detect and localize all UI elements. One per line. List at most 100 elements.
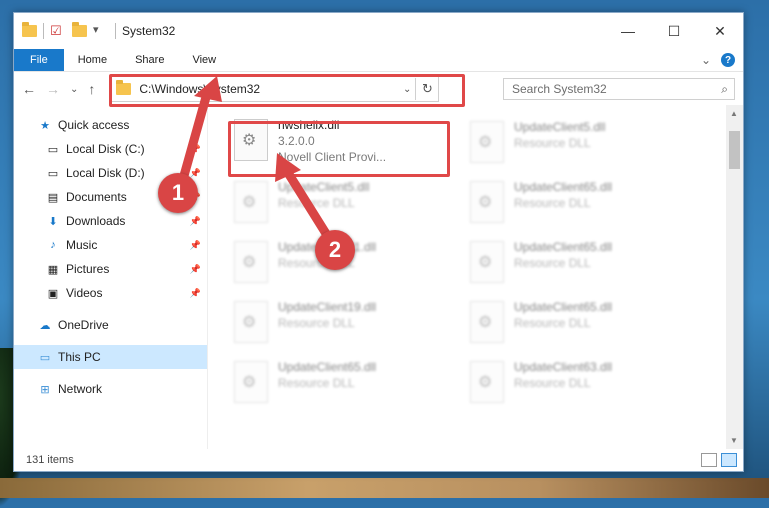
sidebar-item-music[interactable]: ♪ Music 📌 — [14, 233, 207, 257]
pin-icon: 📌 — [189, 263, 201, 274]
dll-file-icon — [234, 301, 268, 343]
file-type: Resource DLL — [278, 376, 355, 390]
file-item[interactable]: UpdateClient65.dll Resource DLL — [234, 359, 454, 407]
file-type: Resource DLL — [278, 316, 355, 330]
details-view-button[interactable] — [701, 453, 717, 467]
maximize-button[interactable]: ☐ — [651, 16, 697, 46]
address-bar[interactable]: C:\Windows\System32 ⌄ ↻ — [109, 74, 466, 107]
videos-icon: ▣ — [47, 287, 59, 300]
sidebar-item-label: Music — [66, 238, 98, 252]
up-button[interactable]: ↑ — [88, 81, 95, 97]
forward-button[interactable]: → — [46, 81, 60, 97]
help-icon[interactable]: ? — [721, 53, 735, 67]
navigation-bar: ← → ⌄ ↑ C:\Windows\System32 ⌄ ↻ ⌕ — [14, 72, 743, 107]
new-folder-icon[interactable] — [72, 22, 87, 37]
pin-icon: 📌 — [189, 167, 201, 178]
tiles-view-button[interactable] — [721, 453, 737, 467]
sidebar-item-onedrive[interactable]: ☁ OneDrive — [14, 313, 207, 337]
folder-icon — [22, 22, 37, 37]
drive-icon: ▭ — [47, 143, 59, 156]
file-item[interactable]: UpdateClient5.dll Resource DLL — [234, 179, 454, 227]
file-name: UpdateClient65.dll — [278, 360, 377, 374]
sidebar-item-label: Network — [58, 382, 103, 396]
file-item[interactable]: UpdateClient65.dll Resource DLL — [470, 239, 690, 287]
dll-file-icon — [470, 301, 504, 343]
scroll-up-arrow[interactable]: ▲ — [730, 109, 738, 118]
file-type: Resource DLL — [514, 376, 591, 390]
sidebar-item-pictures[interactable]: ▦ Pictures 📌 — [14, 257, 207, 281]
sidebar-item-label: Quick access — [58, 118, 130, 132]
star-icon: ★ — [40, 119, 50, 132]
file-item[interactable]: UpdateClient65.dll Resource DLL — [470, 179, 690, 227]
sidebar-item-this-pc[interactable]: ▭ This PC — [14, 345, 207, 369]
dll-file-icon — [470, 241, 504, 283]
back-button[interactable]: ← — [22, 81, 36, 97]
file-name: UpdateClient65.dll — [514, 240, 613, 254]
tab-share[interactable]: Share — [121, 49, 178, 71]
explorer-window: ☑ ▾ System32 — ☐ ✕ File Home Share View … — [13, 12, 744, 472]
sidebar-item-label: OneDrive — [58, 318, 109, 332]
pin-icon: 📌 — [189, 143, 201, 154]
title-bar: ☑ ▾ System32 — ☐ ✕ — [14, 13, 743, 49]
desktop-sand-decoration — [0, 478, 769, 498]
recent-locations-button[interactable]: ⌄ — [70, 84, 78, 95]
cloud-icon: ☁ — [39, 319, 51, 332]
callout-1: 1 — [158, 173, 198, 213]
sidebar-item-label: Downloads — [66, 214, 126, 228]
computer-icon: ▭ — [39, 351, 51, 364]
address-highlight-box — [109, 74, 466, 107]
minimize-button[interactable]: — — [605, 16, 651, 46]
dll-file-icon — [470, 181, 504, 223]
properties-icon[interactable]: ☑ — [50, 23, 66, 39]
sidebar-item-label: Local Disk (D:) — [66, 166, 145, 180]
item-count: 131 items — [26, 454, 74, 466]
sidebar-item-quick-access[interactable]: ★ Quick access — [14, 113, 207, 137]
file-item[interactable]: UpdateClient63.dll Resource DLL — [470, 359, 690, 407]
scrollbar-thumb[interactable] — [729, 131, 740, 169]
documents-icon: ▤ — [47, 191, 59, 204]
drive-icon: ▭ — [47, 167, 59, 180]
file-type: Resource DLL — [514, 316, 591, 330]
file-item[interactable]: UpdateClient19.dll Resource DLL — [234, 299, 454, 347]
customize-toolbar-icon[interactable]: ▾ — [93, 23, 109, 39]
download-icon: ⬇ — [48, 215, 58, 228]
dll-file-icon — [470, 361, 504, 403]
file-item[interactable]: UpdateClient5.dll Resource DLL — [470, 119, 690, 167]
pin-icon: 📌 — [189, 239, 201, 250]
search-box[interactable]: ⌕ — [503, 78, 735, 100]
callout-2: 2 — [315, 230, 355, 270]
tab-file[interactable]: File — [14, 49, 64, 71]
dll-file-icon — [234, 361, 268, 403]
sidebar-item-label: Local Disk (C:) — [66, 142, 145, 156]
scroll-down-arrow[interactable]: ▼ — [730, 436, 738, 445]
file-type: Resource DLL — [278, 196, 355, 210]
file-highlight-box — [228, 121, 450, 177]
pin-icon: 📌 — [189, 287, 201, 298]
navigation-pane: ★ Quick access ▭ Local Disk (C:) 📌 ▭ Local Dis… — [14, 105, 208, 449]
expand-ribbon-icon[interactable]: ⌄ — [701, 53, 711, 67]
sidebar-item-label: Pictures — [66, 262, 110, 276]
window-title: System32 — [122, 24, 176, 38]
sidebar-item-local-disk-c[interactable]: ▭ Local Disk (C:) 📌 — [14, 137, 207, 161]
tab-home[interactable]: Home — [64, 49, 121, 71]
sidebar-item-network[interactable]: ⊞ Network — [14, 377, 207, 401]
file-name: UpdateClient65.dll — [514, 180, 613, 194]
explorer-body: ★ Quick access ▭ Local Disk (C:) 📌 ▭ Local Dis… — [14, 105, 743, 449]
vertical-scrollbar[interactable]: ▲ ▼ — [726, 105, 743, 449]
dll-file-icon — [234, 181, 268, 223]
music-icon: ♪ — [50, 239, 56, 251]
network-icon: ⊞ — [40, 383, 50, 396]
pin-icon: 📌 — [189, 215, 201, 226]
file-name: UpdateClient5.dll — [514, 120, 606, 134]
file-name: UpdateClient65.dll — [514, 300, 613, 314]
ribbon-tabs: File Home Share View ⌄ ? — [14, 49, 743, 72]
sidebar-item-videos[interactable]: ▣ Videos 📌 — [14, 281, 207, 305]
file-type: Resource DLL — [514, 136, 591, 150]
close-button[interactable]: ✕ — [697, 16, 743, 46]
tab-view[interactable]: View — [178, 49, 230, 71]
search-input[interactable] — [510, 81, 722, 97]
file-type: Resource DLL — [514, 196, 591, 210]
pictures-icon: ▦ — [47, 263, 59, 276]
dll-file-icon — [470, 121, 504, 163]
file-item[interactable]: UpdateClient65.dll Resource DLL — [470, 299, 690, 347]
